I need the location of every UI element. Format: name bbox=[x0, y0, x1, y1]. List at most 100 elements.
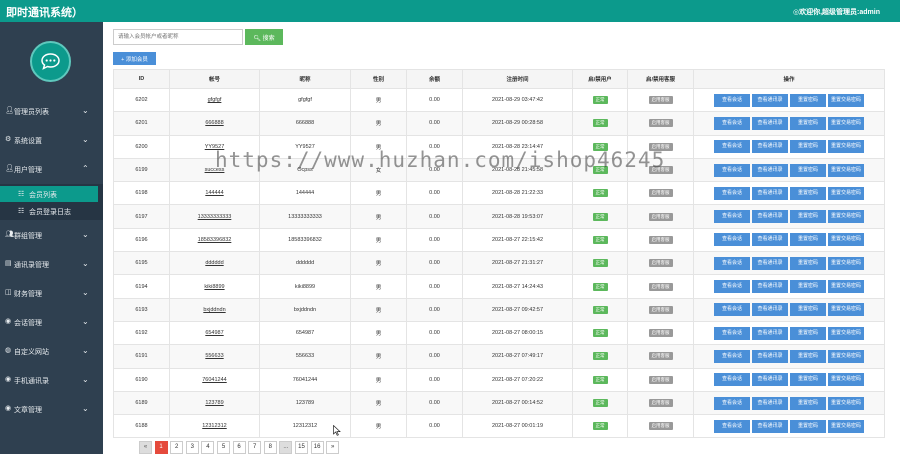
account-link[interactable]: dddddd bbox=[205, 260, 223, 266]
account-link[interactable]: gfgfgf bbox=[208, 97, 222, 103]
service-badge[interactable]: 启用客服 bbox=[648, 352, 673, 361]
action-button-0[interactable]: 查看会话 bbox=[714, 186, 750, 200]
account-link[interactable]: kiki8899 bbox=[204, 284, 224, 290]
action-button-0[interactable]: 查看会话 bbox=[714, 326, 750, 340]
action-button-2[interactable]: 重置密码 bbox=[790, 280, 826, 294]
page-button[interactable]: 1 bbox=[154, 441, 168, 454]
status-badge[interactable]: 正常 bbox=[592, 212, 608, 221]
action-button-2[interactable]: 重置密码 bbox=[790, 186, 826, 200]
status-badge[interactable]: 正常 bbox=[592, 352, 608, 361]
action-button-3[interactable]: 重置交易密码 bbox=[828, 280, 864, 294]
account-link[interactable]: 12312312 bbox=[202, 423, 226, 429]
account-link[interactable]: 666888 bbox=[205, 120, 223, 126]
status-badge[interactable]: 正常 bbox=[592, 189, 608, 198]
account-link[interactable]: 76041244 bbox=[202, 377, 226, 383]
sidebar-item-6[interactable]: ◉ 会话管理 ⌄ bbox=[0, 313, 103, 331]
action-button-3[interactable]: 重置交易密码 bbox=[828, 303, 864, 317]
search-button[interactable]: 🔍︎ 搜索 bbox=[245, 29, 283, 45]
action-button-1[interactable]: 查看通讯录 bbox=[752, 303, 788, 317]
action-button-3[interactable]: 重置交易密码 bbox=[828, 373, 864, 387]
sidebar-item-3[interactable]: 👥︎ 群组管理 ⌄ bbox=[0, 226, 103, 244]
action-button-0[interactable]: 查看会话 bbox=[714, 396, 750, 410]
add-member-button[interactable]: + 添加会员 bbox=[113, 52, 156, 65]
sidebar-item-1[interactable]: ⚙ 系统设置 ⌄ bbox=[0, 131, 103, 149]
sidebar-item-5[interactable]: ◫ 财务管理 ⌄ bbox=[0, 284, 103, 302]
service-badge[interactable]: 启用客服 bbox=[648, 212, 673, 221]
account-link[interactable]: bxjddndn bbox=[203, 307, 225, 313]
action-button-2[interactable]: 重置密码 bbox=[790, 210, 826, 224]
page-button[interactable]: 16 bbox=[310, 441, 324, 454]
page-button[interactable]: 15 bbox=[295, 441, 308, 454]
service-badge[interactable]: 启用客服 bbox=[648, 282, 673, 291]
page-button[interactable]: 6 bbox=[232, 441, 246, 454]
action-button-3[interactable]: 重置交易密码 bbox=[828, 210, 864, 224]
service-badge[interactable]: 启用客服 bbox=[648, 235, 673, 244]
action-button-3[interactable]: 重置交易密码 bbox=[828, 349, 864, 363]
action-button-3[interactable]: 重置交易密码 bbox=[828, 396, 864, 410]
action-button-3[interactable]: 重置交易密码 bbox=[828, 163, 864, 177]
prev-page-button[interactable]: « bbox=[139, 441, 152, 454]
page-button[interactable]: ... bbox=[279, 441, 293, 454]
action-button-1[interactable]: 查看通讯录 bbox=[752, 280, 788, 294]
service-badge[interactable]: 启用客服 bbox=[648, 305, 673, 314]
account-link[interactable]: 556633 bbox=[205, 353, 223, 359]
page-button[interactable]: 7 bbox=[248, 441, 262, 454]
action-button-3[interactable]: 重置交易密码 bbox=[828, 326, 864, 340]
account-link[interactable]: 654987 bbox=[205, 330, 223, 336]
action-button-1[interactable]: 查看通讯录 bbox=[752, 349, 788, 363]
sidebar-subitem-login-log[interactable]: ☷ 会员登录日志 bbox=[0, 203, 98, 219]
page-button[interactable]: 3 bbox=[185, 441, 199, 454]
action-button-0[interactable]: 查看会话 bbox=[714, 93, 750, 107]
action-button-0[interactable]: 查看会话 bbox=[714, 116, 750, 130]
action-button-2[interactable]: 重置密码 bbox=[790, 116, 826, 130]
service-badge[interactable]: 启用客服 bbox=[648, 399, 673, 407]
page-button[interactable]: 2 bbox=[170, 441, 184, 454]
action-button-2[interactable]: 重置密码 bbox=[790, 419, 826, 433]
service-badge[interactable]: 启用客服 bbox=[648, 189, 673, 198]
action-button-0[interactable]: 查看会话 bbox=[714, 349, 750, 363]
status-badge[interactable]: 正常 bbox=[592, 375, 608, 384]
action-button-2[interactable]: 重置密码 bbox=[790, 349, 826, 363]
action-button-0[interactable]: 查看会话 bbox=[714, 256, 750, 270]
action-button-1[interactable]: 查看通讯录 bbox=[752, 233, 788, 247]
action-button-2[interactable]: 重置密码 bbox=[790, 326, 826, 340]
sidebar-subitem-member-list[interactable]: ☷ 会员列表 bbox=[0, 186, 98, 202]
search-input[interactable] bbox=[113, 29, 243, 45]
action-button-3[interactable]: 重置交易密码 bbox=[828, 140, 864, 154]
action-button-1[interactable]: 查看通讯录 bbox=[752, 163, 788, 177]
action-button-1[interactable]: 查看通讯录 bbox=[752, 116, 788, 130]
action-button-3[interactable]: 重置交易密码 bbox=[828, 93, 864, 107]
action-button-2[interactable]: 重置密码 bbox=[790, 303, 826, 317]
action-button-1[interactable]: 查看通讯录 bbox=[752, 326, 788, 340]
page-button[interactable]: 4 bbox=[201, 441, 215, 454]
action-button-0[interactable]: 查看会话 bbox=[714, 419, 750, 433]
service-badge[interactable]: 启用客服 bbox=[648, 119, 673, 128]
status-badge[interactable]: 正常 bbox=[592, 235, 608, 244]
account-link[interactable]: 123789 bbox=[205, 400, 223, 406]
page-button[interactable]: 5 bbox=[217, 441, 230, 454]
action-button-1[interactable]: 查看通讯录 bbox=[752, 419, 788, 433]
action-button-2[interactable]: 重置密码 bbox=[790, 373, 826, 387]
action-button-0[interactable]: 查看会话 bbox=[714, 280, 750, 294]
action-button-1[interactable]: 查看通讯录 bbox=[752, 140, 788, 154]
account-link[interactable]: 13333333333 bbox=[198, 214, 232, 220]
action-button-1[interactable]: 查看通讯录 bbox=[752, 186, 788, 200]
action-button-1[interactable]: 查看通讯录 bbox=[752, 256, 788, 270]
service-badge[interactable]: 启用客服 bbox=[648, 422, 673, 431]
status-badge[interactable]: 正常 bbox=[592, 329, 608, 338]
status-badge[interactable]: 正常 bbox=[592, 399, 608, 407]
sidebar-item-9[interactable]: ◉ 文章管理 ⌄ bbox=[0, 400, 103, 418]
status-badge[interactable]: 正常 bbox=[592, 282, 608, 291]
action-button-1[interactable]: 查看通讯录 bbox=[752, 93, 788, 107]
account-link[interactable]: 18583396832 bbox=[198, 237, 232, 243]
service-badge[interactable]: 启用客服 bbox=[648, 375, 673, 384]
action-button-1[interactable]: 查看通讯录 bbox=[752, 396, 788, 410]
sidebar-item-4[interactable]: ▤ 通讯录管理 ⌄ bbox=[0, 255, 103, 273]
page-button[interactable]: 8 bbox=[263, 441, 277, 454]
action-button-0[interactable]: 查看会话 bbox=[714, 233, 750, 247]
action-button-0[interactable]: 查看会话 bbox=[714, 210, 750, 224]
next-page-button[interactable]: » bbox=[326, 441, 340, 454]
sidebar-item-0[interactable]: 👤︎ 管理员列表 ⌄ bbox=[0, 102, 103, 120]
action-button-1[interactable]: 查看通讯录 bbox=[752, 210, 788, 224]
sidebar-item-8[interactable]: ◉ 手机通讯录 ⌄ bbox=[0, 371, 103, 389]
